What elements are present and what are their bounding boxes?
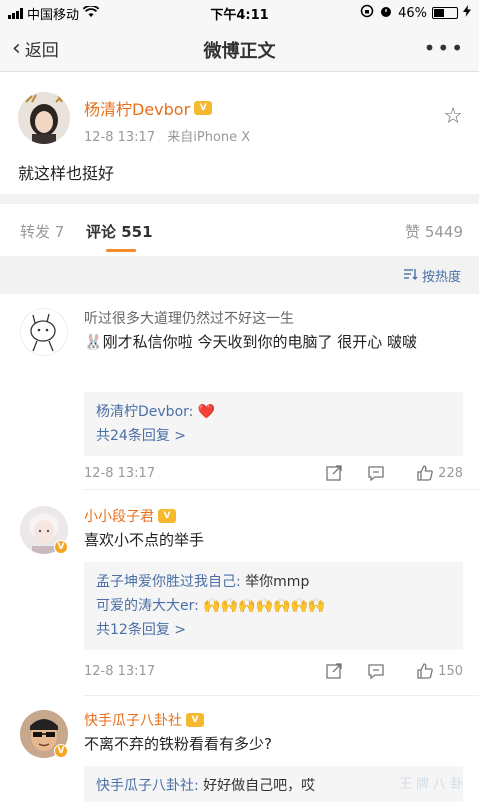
reply-author[interactable]: 快手瓜子八卦社: <box>96 778 199 794</box>
reply-author[interactable]: 杨清柠Devbor: <box>96 404 193 420</box>
comment-text: 不离不弃的铁粉看看有多少? <box>84 735 272 753</box>
commenter-name[interactable]: 小小段子君 V <box>84 506 176 526</box>
comment-footer: 12-8 13:17 228 <box>84 464 463 484</box>
watermark: 王牌八卦 <box>398 777 467 792</box>
charging-icon <box>463 5 471 21</box>
author-name[interactable]: 杨清柠Devbor V <box>84 96 213 120</box>
sort-button[interactable]: 按热度 <box>403 266 461 285</box>
commenter-name[interactable]: 快手瓜子八卦社 V <box>84 710 204 730</box>
comment-item: V 小小段子君 V 喜欢小不点的举手 孟子坤爱你胜过我自己: 举你mmp 可爱的… <box>0 490 479 696</box>
comment-text: 🐰刚才私信你啦 今天收到你的电脑了 很开心 啵啵 <box>84 333 417 351</box>
post-date: 12-8 13:17 <box>84 130 156 145</box>
tab-bar: 转发 7 评论 551 赞 5449 <box>0 204 479 256</box>
post-text: 就这样也挺好 <box>18 164 115 183</box>
author-avatar[interactable] <box>18 92 70 144</box>
comment-list: 听过很多大道理仍然过不好这一生 🐰刚才私信你啦 今天收到你的电脑了 很开心 啵啵… <box>0 294 479 802</box>
alarm-icon <box>379 4 393 22</box>
commenter-name-text: 小小段子君 <box>84 509 154 525</box>
thumb-up-icon <box>417 663 434 679</box>
page-title: 微博正文 <box>203 41 276 62</box>
author-name-text: 杨清柠Devbor <box>84 100 191 119</box>
comment-item: 听过很多大道理仍然过不好这一生 🐰刚才私信你啦 今天收到你的电脑了 很开心 啵啵… <box>0 294 479 490</box>
more-replies-link[interactable]: 共24条回复 > <box>96 424 451 448</box>
comment-footer: 12-8 13:17 150 <box>84 662 463 682</box>
like-count: 228 <box>438 465 463 481</box>
reply-author[interactable]: 孟子坤爱你胜过我自己: <box>96 574 241 590</box>
verified-badge-icon: V <box>54 744 68 758</box>
vip-badge-icon: V <box>194 101 213 115</box>
battery-percent: 46% <box>398 5 427 21</box>
comment-time: 12-8 13:17 <box>84 466 156 481</box>
reply-line: 可爱的涛大大er: 🙌🙌🙌🙌🙌🙌🙌 <box>96 594 451 618</box>
reply-text: 好好做自己吧，哎 <box>203 778 316 794</box>
post-source: 来自iPhone X <box>167 130 251 145</box>
reply-text: ❤️ <box>197 404 216 420</box>
reply-box[interactable]: 杨清柠Devbor: ❤️ 共24条回复 > <box>84 392 463 456</box>
reply-icon[interactable] <box>367 464 385 486</box>
vip-badge-icon: V <box>158 509 176 523</box>
reply-text: 🙌🙌🙌🙌🙌🙌🙌 <box>203 598 326 614</box>
commenter-name-text: 听过很多大道理仍然过不好这一生 <box>84 311 294 327</box>
sort-label: 按热度 <box>421 270 461 285</box>
comment-text: 喜欢小不点的举手 <box>84 531 205 549</box>
rotation-lock-icon <box>360 4 374 22</box>
thumb-up-icon <box>417 465 434 481</box>
status-bar: 中国移动 下午4:11 46% <box>0 0 479 24</box>
commenter-name-text: 快手瓜子八卦社 <box>84 713 182 729</box>
share-icon[interactable] <box>325 464 343 486</box>
reply-line: 快手瓜子八卦社: 好好做自己吧，哎 <box>96 774 451 798</box>
sort-icon <box>403 268 418 284</box>
sort-bar: 按热度 <box>0 256 479 294</box>
like-button[interactable]: 150 <box>416 662 463 680</box>
nav-bar: ‹ 返回 微博正文 ••• <box>0 24 479 72</box>
tab-like[interactable]: 赞 5449 <box>405 221 463 242</box>
tab-repost[interactable]: 转发 7 <box>20 221 64 242</box>
reply-box[interactable]: 孟子坤爱你胜过我自己: 举你mmp 可爱的涛大大er: 🙌🙌🙌🙌🙌🙌🙌 共12条… <box>84 562 463 650</box>
vip-badge-icon: V <box>186 713 204 727</box>
verified-badge-icon: V <box>54 540 68 554</box>
reply-line: 孟子坤爱你胜过我自己: 举你mmp <box>96 570 451 594</box>
more-button[interactable]: ••• <box>424 36 465 60</box>
reply-author[interactable]: 可爱的涛大大er: <box>96 598 199 614</box>
post-meta: 12-8 13:17 来自iPhone X <box>84 126 258 145</box>
post-card: 杨清柠Devbor V 12-8 13:17 来自iPhone X ☆ 就这样也… <box>0 72 479 194</box>
star-icon[interactable]: ☆ <box>443 104 463 129</box>
comment-time: 12-8 13:17 <box>84 664 156 679</box>
active-tab-indicator <box>106 249 136 252</box>
reply-text: 举你mmp <box>245 574 310 590</box>
commenter-avatar[interactable] <box>20 308 68 356</box>
like-button[interactable]: 228 <box>416 464 463 482</box>
like-count: 150 <box>438 663 463 679</box>
more-replies-link[interactable]: 共12条回复 > <box>96 618 451 642</box>
reply-icon[interactable] <box>367 662 385 684</box>
reply-line: 杨清柠Devbor: ❤️ <box>96 400 451 424</box>
commenter-name[interactable]: 听过很多大道理仍然过不好这一生 <box>84 308 294 328</box>
share-icon[interactable] <box>325 662 343 684</box>
battery-icon <box>432 7 458 19</box>
